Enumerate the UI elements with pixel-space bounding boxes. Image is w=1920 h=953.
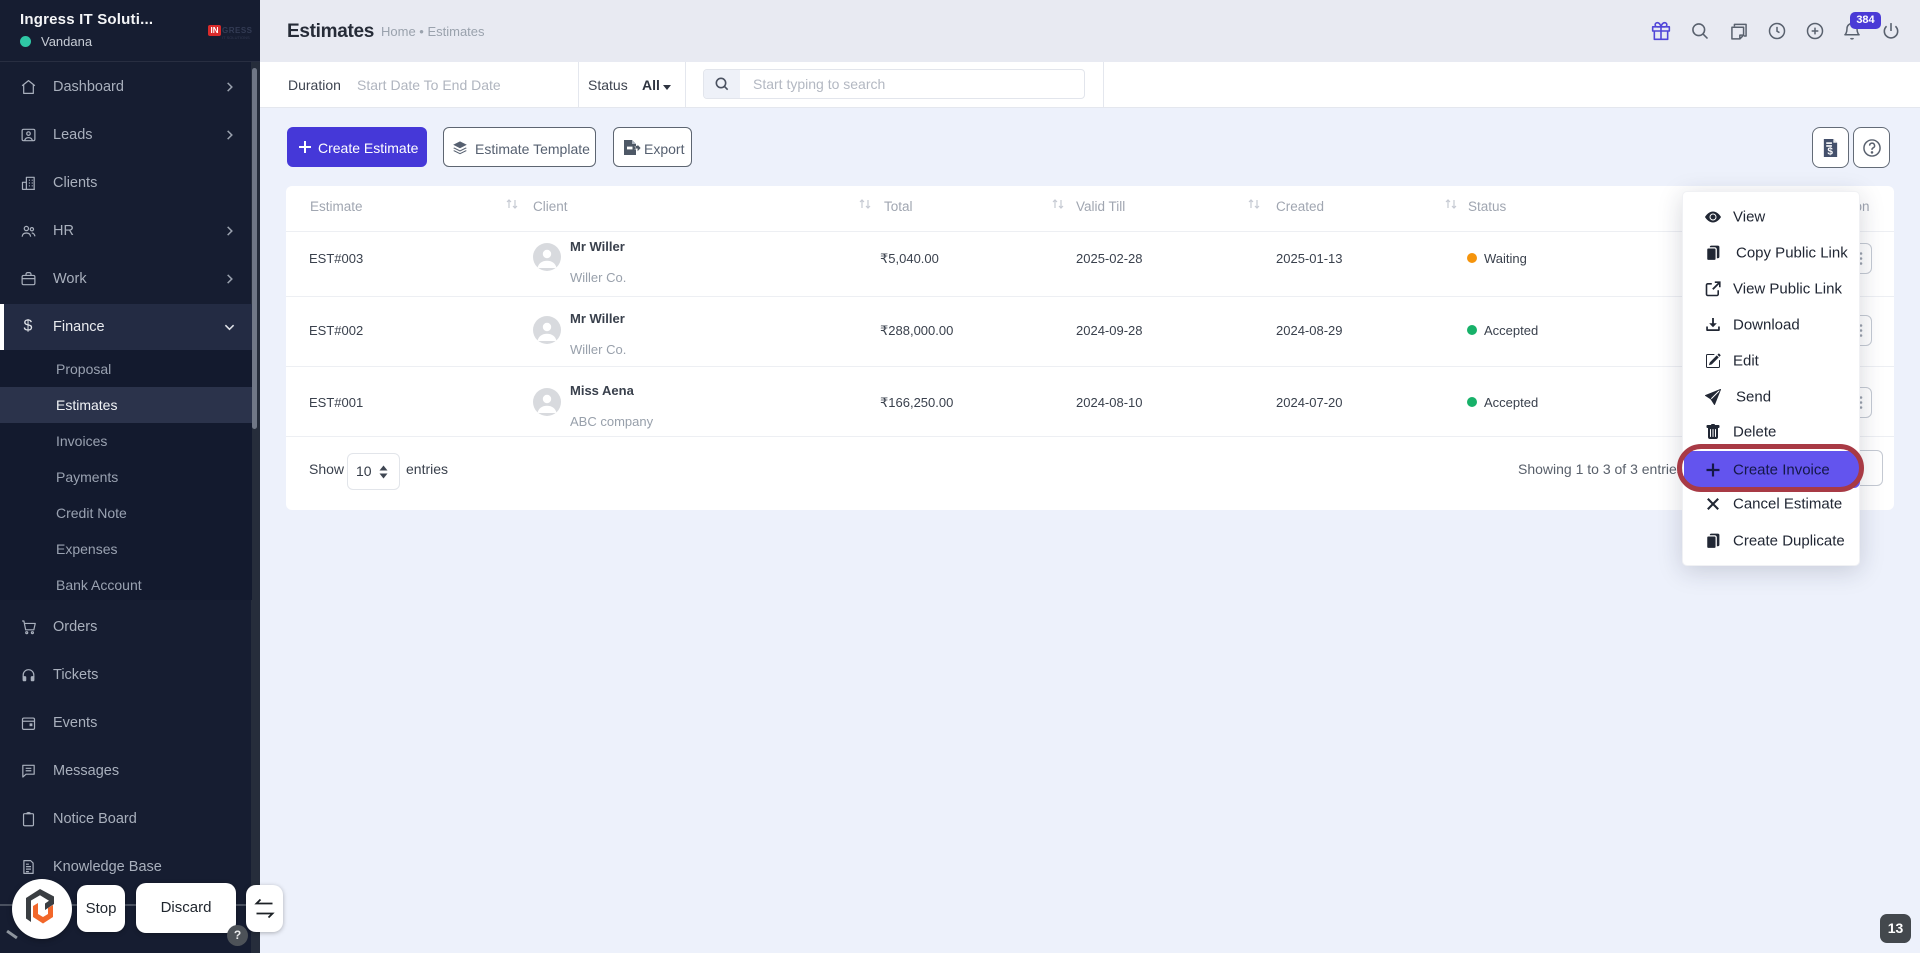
- svg-text:$: $: [1827, 146, 1833, 157]
